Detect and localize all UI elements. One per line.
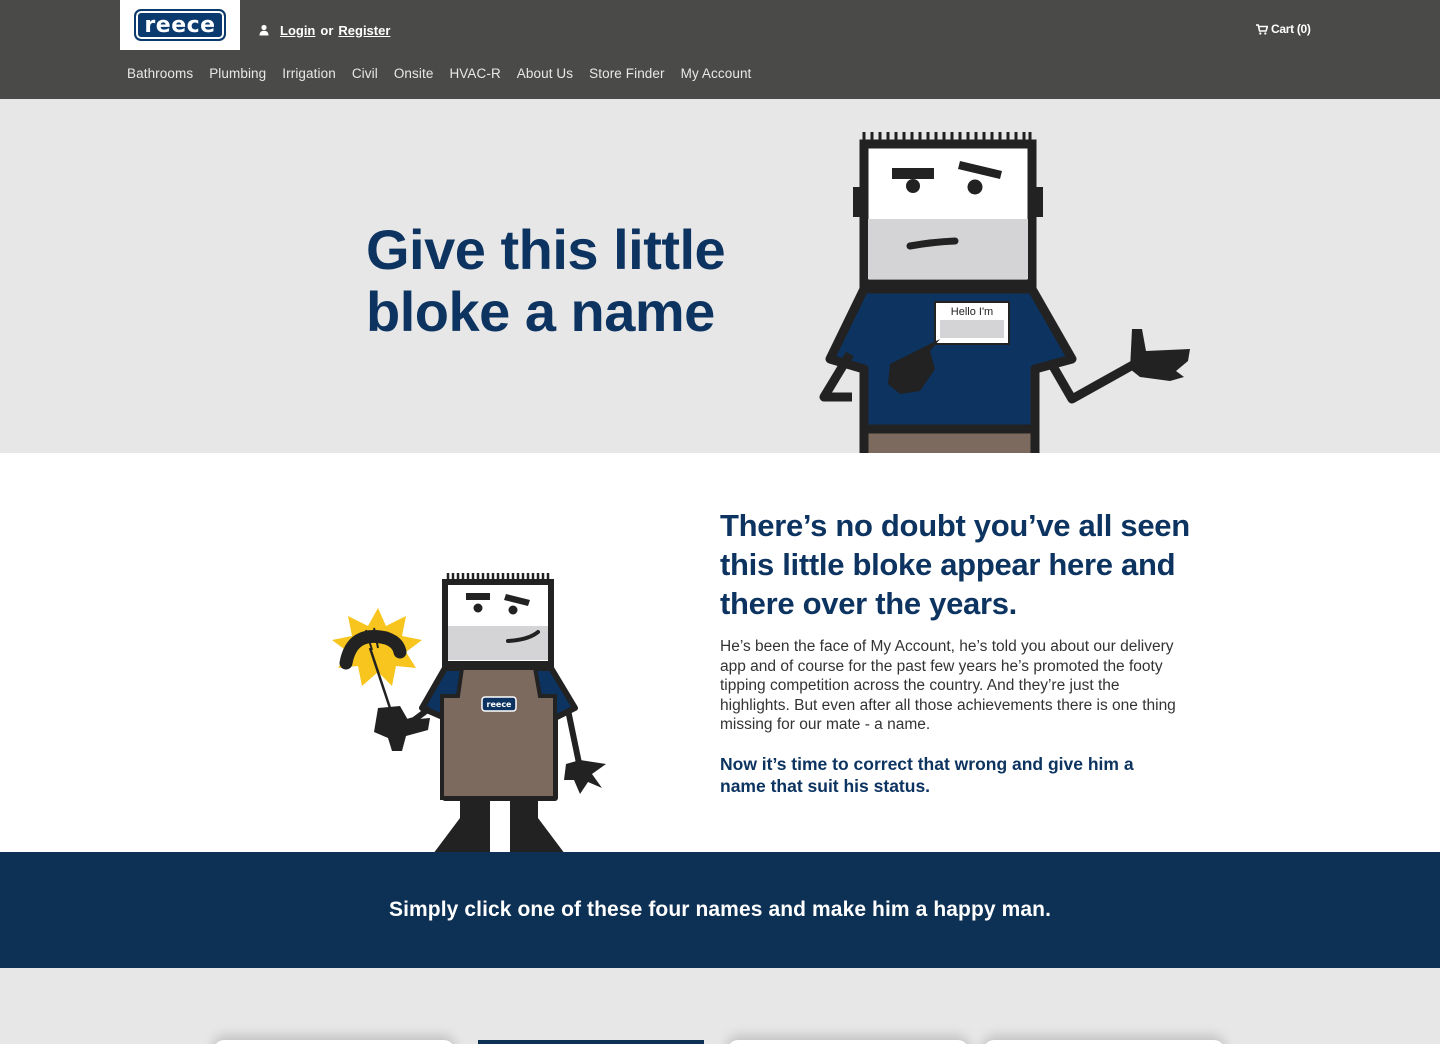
mascot-bbq-illustration: reece [332,573,606,852]
logo-text: reece [144,12,216,38]
reece-logo[interactable]: reece [120,0,240,50]
nav-item-about-us[interactable]: About Us [517,66,573,81]
name-cards-section [0,968,1440,1044]
nav-item-civil[interactable]: Civil [352,66,378,81]
main-nav: Bathrooms Plumbing Irrigation Civil Onsi… [127,66,751,81]
banner-text: Simply click one of these four names and… [388,898,1052,921]
register-link[interactable]: Register [338,23,390,38]
intro-section: reece There’s no doubt you’ve all seen t… [0,453,1440,852]
cart-button[interactable]: Cart (0) [1256,22,1311,36]
nav-item-my-account[interactable]: My Account [681,66,752,81]
nav-item-irrigation[interactable]: Irrigation [282,66,336,81]
mascot-illustration: Hello I'm [819,132,1190,453]
nav-item-store-finder[interactable]: Store Finder [589,66,664,81]
user-icon [259,24,269,36]
name-card-4[interactable] [984,1040,1224,1044]
login-link[interactable]: Login [280,23,315,38]
auth-links: Login or Register [258,22,390,38]
or-text: or [320,22,334,38]
nav-item-plumbing[interactable]: Plumbing [209,66,266,81]
cart-label: Cart (0) [1271,22,1311,36]
name-card-3[interactable] [728,1040,968,1044]
intro-body: He’s been the face of My Account, he’s t… [720,638,1176,733]
intro-cta: Now it’s time to correct that wrong and … [720,754,1134,796]
instruction-banner: Simply click one of these four names and… [0,852,1440,968]
name-tag-text: Hello I'm [951,306,993,318]
site-header: reece Login or Register Cart (0) Bathroo… [0,0,1440,99]
logo-badge: reece [134,9,226,41]
intro-heading: There’s no doubt you’ve all seen this li… [720,508,1190,621]
name-card-1[interactable] [214,1040,454,1044]
nav-item-hvac-r[interactable]: HVAC-R [449,66,500,81]
hero-title-line-1: Give this little [366,218,726,281]
cart-icon [1256,23,1268,35]
name-card-2[interactable] [478,1040,704,1044]
hero-title: Give this little bloke a name [366,219,786,343]
hero-title-line-2: bloke a name [366,280,715,343]
nav-item-onsite[interactable]: Onsite [394,66,434,81]
nav-item-bathrooms[interactable]: Bathrooms [127,66,193,81]
hero-section: Give this little bloke a name Hello I'm [0,99,1440,453]
svg-text:reece: reece [487,700,513,709]
